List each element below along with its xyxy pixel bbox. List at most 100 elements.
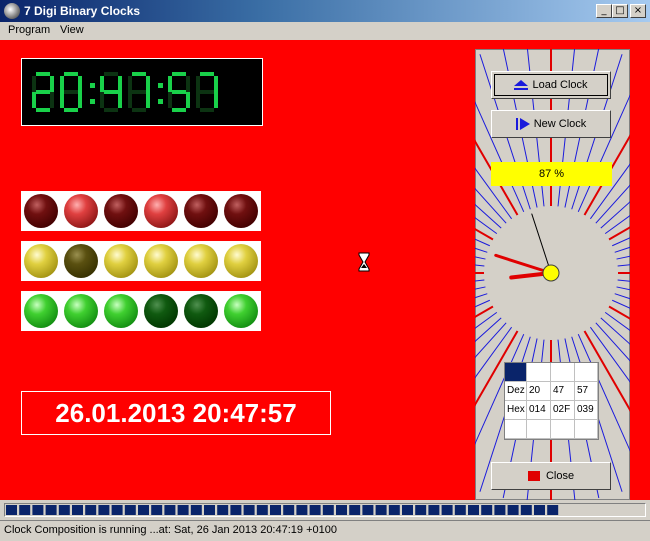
status-bar: Clock Composition is running ...at: Sat,…: [0, 520, 650, 541]
table-cell: [551, 420, 575, 439]
progress-segment: [164, 505, 176, 515]
red-ball-off: [24, 194, 58, 228]
green-ball-off: [184, 294, 218, 328]
progress-segment: [547, 505, 559, 515]
led-segment: [104, 108, 118, 112]
progress-segment: [322, 505, 334, 515]
table-cell: 47: [551, 382, 575, 401]
progress-segment: [230, 505, 242, 515]
progress-segment: [6, 505, 17, 515]
progress-segment: [111, 505, 123, 515]
menu-view[interactable]: View: [60, 24, 84, 36]
led-segment: [100, 76, 104, 92]
led-segment: [200, 90, 214, 94]
progress-segment: [349, 505, 361, 515]
progress-segment: [98, 505, 110, 515]
table-cell: [551, 363, 575, 382]
led-segment: [32, 76, 36, 92]
table-cell: [527, 363, 551, 382]
new-clock-label: New Clock: [533, 118, 587, 130]
window-title: 7 Digi Binary Clocks: [24, 4, 141, 18]
close-window-button[interactable]: ×: [630, 4, 646, 18]
progress-segment: [283, 505, 295, 515]
table-cell: [505, 363, 527, 382]
led-segment: [214, 92, 218, 108]
clock-center: [542, 264, 560, 282]
led-segment: [214, 76, 218, 92]
progress-segment: [58, 505, 70, 515]
yellow-ball-on: [144, 244, 178, 278]
green-ball-on: [104, 294, 138, 328]
load-clock-label: Load Clock: [532, 79, 588, 91]
table-cell: [527, 420, 551, 439]
progress-segment: [468, 505, 479, 515]
datetime-display: 26.01.2013 20:47:57: [21, 391, 331, 435]
led-segment: [104, 90, 118, 94]
close-button[interactable]: Close: [491, 462, 611, 490]
led-segment: [168, 76, 172, 92]
title-bar: 7 Digi Binary Clocks _ □ ×: [0, 0, 650, 22]
green-ball-on: [24, 294, 58, 328]
led-segment: [64, 108, 78, 112]
yellow-ball-on: [24, 244, 58, 278]
led-segment: [64, 72, 78, 76]
minute-ray: [475, 311, 498, 329]
progress-segment: [507, 505, 519, 515]
progress-segment: [388, 505, 400, 515]
led-segment: [64, 90, 78, 94]
yellow-ball-on: [104, 244, 138, 278]
led-segment: [32, 92, 36, 108]
green-ball-off: [144, 294, 178, 328]
load-clock-button[interactable]: Load Clock: [491, 71, 611, 99]
progress-segment: [415, 505, 427, 515]
minute-ray: [604, 311, 630, 332]
led-segment: [132, 90, 146, 94]
progress-segment: [124, 505, 136, 515]
progress-segment: [138, 505, 149, 515]
progress-segment: [270, 505, 281, 515]
led-segment: [36, 90, 50, 94]
led-segment: [50, 76, 54, 92]
led-segment: [50, 92, 54, 108]
red-ball-row: [21, 191, 261, 231]
green-ball-on: [64, 294, 98, 328]
led-digital-clock: [21, 58, 263, 126]
progress-segment: [520, 505, 532, 515]
table-cell: 57: [575, 382, 598, 401]
app-icon[interactable]: [4, 3, 20, 19]
red-ball-off: [224, 194, 258, 228]
red-ball-off: [104, 194, 138, 228]
led-segment: [104, 72, 118, 76]
led-segment: [196, 76, 200, 92]
led-segment: [146, 76, 150, 92]
green-ball-row: [21, 291, 261, 331]
progress-segment: [217, 505, 229, 515]
led-segment: [128, 92, 132, 108]
progress-segment: [19, 505, 31, 515]
led-colon-dot: [158, 83, 163, 88]
table-cell: 039: [575, 401, 598, 420]
progress-segment: [362, 505, 374, 515]
led-segment: [172, 108, 186, 112]
new-clock-button[interactable]: New Clock: [491, 110, 611, 138]
menu-program[interactable]: Program: [8, 24, 50, 36]
conversion-table: Dez 20 47 57 Hex 014 02F 039: [504, 362, 599, 440]
table-cell: [575, 420, 598, 439]
led-digits: [32, 72, 218, 112]
progress-segment: [151, 505, 163, 515]
progress-segments: [6, 505, 559, 515]
progress-segment: [336, 505, 347, 515]
led-segment: [60, 92, 64, 108]
progress-segment: [534, 505, 545, 515]
led-segment: [36, 72, 50, 76]
play-icon: [515, 118, 530, 131]
minute-ray: [600, 317, 630, 345]
progress-segment: [256, 505, 268, 515]
led-segment: [36, 108, 50, 112]
maximize-button[interactable]: □: [612, 4, 628, 18]
table-cell: [505, 420, 527, 439]
yellow-ball-on: [224, 244, 258, 278]
yellow-ball-row: [21, 241, 261, 281]
minimize-button[interactable]: _: [596, 4, 612, 18]
segmented-progress-bar: [4, 503, 646, 517]
